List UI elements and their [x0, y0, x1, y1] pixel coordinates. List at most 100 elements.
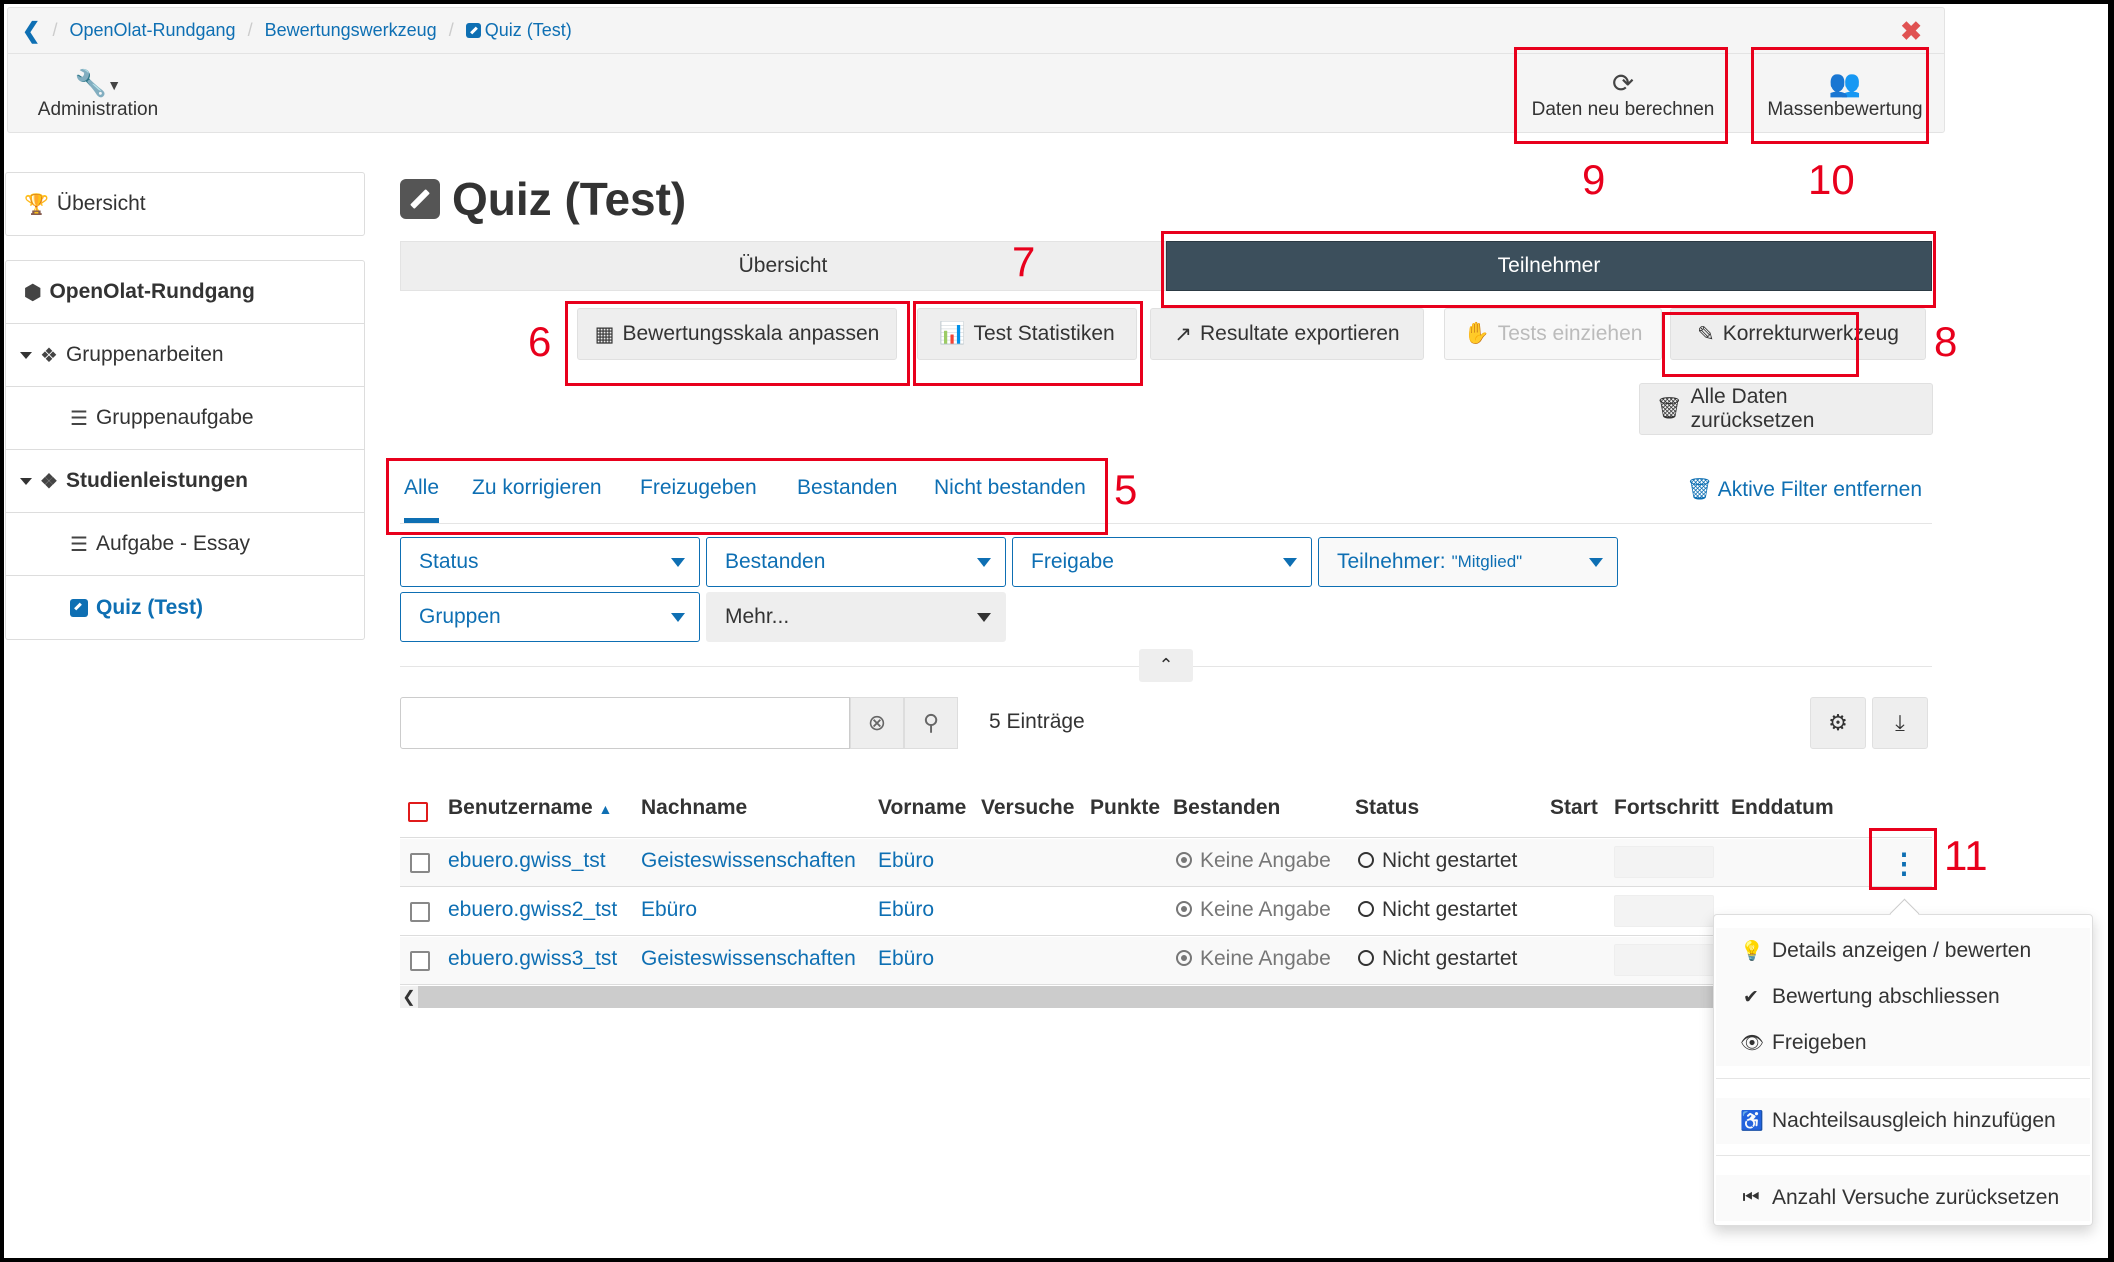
tree-item-group-task[interactable]: ☰ Gruppenaufgabe	[6, 387, 364, 450]
menu-item-reset-attempts[interactable]: ⏮ Anzahl Versuche zurücksetzen	[1716, 1175, 2090, 1221]
menu-item-label: Nachteilsausgleich hinzufügen	[1772, 1109, 2056, 1132]
groups-filter-dropdown[interactable]: Gruppen	[400, 592, 700, 642]
status-filter-dropdown[interactable]: Status	[400, 537, 700, 587]
breadcrumb-current[interactable]: Quiz (Test)	[465, 20, 572, 41]
annotation-number-8: 8	[1934, 318, 1958, 365]
caret-down-icon	[1589, 558, 1603, 567]
wrench-icon: 🔧▼	[74, 68, 122, 98]
breadcrumb-separator: /	[52, 20, 58, 40]
progress-bar	[1614, 895, 1714, 927]
tab-overview[interactable]: Übersicht	[400, 241, 1166, 291]
lastname-link[interactable]: Geisteswissenschaften	[641, 947, 856, 971]
menu-item-details[interactable]: 💡 Details anzeigen / bewerten	[1716, 928, 2090, 974]
annotation-box-5	[386, 458, 1108, 535]
column-header-start[interactable]: Start	[1550, 796, 1598, 820]
scroll-left-icon[interactable]: ❮	[400, 986, 418, 1008]
column-header-enddate[interactable]: Enddatum	[1731, 796, 1834, 820]
search-button[interactable]: ⚲	[904, 697, 958, 749]
caret-down-icon	[977, 613, 991, 622]
username-link[interactable]: ebuero.gwiss2_tst	[448, 898, 617, 922]
tree-item-course[interactable]: ⬢ OpenOlat-Rundgang	[6, 261, 364, 324]
column-header-attempts[interactable]: Versuche	[981, 796, 1074, 820]
page-title-text: Quiz (Test)	[452, 173, 687, 225]
username-link[interactable]: ebuero.gwiss3_tst	[448, 947, 617, 971]
tree-item-label: Aufgabe - Essay	[95, 532, 251, 555]
tree-item-studies[interactable]: ❖ Studienleistungen	[6, 450, 364, 513]
column-header-username[interactable]: Benutzername ▲	[448, 796, 612, 820]
horizontal-scrollbar[interactable]: ❮	[400, 986, 1720, 1008]
search-input[interactable]	[400, 697, 850, 749]
passed-cell: Keine Angabe	[1176, 849, 1331, 873]
firstname-link[interactable]: Ebüro	[878, 947, 934, 971]
firstname-link[interactable]: Ebüro	[878, 898, 934, 922]
menu-item-compensation[interactable]: ♿ Nachteilsausgleich hinzufügen	[1716, 1098, 2090, 1144]
clear-search-button[interactable]: ⊗	[850, 697, 904, 749]
row-checkbox[interactable]	[410, 951, 430, 971]
tree-item-label: Gruppenarbeiten	[65, 343, 224, 366]
download-button[interactable]: ⤓	[1872, 697, 1928, 749]
tree-item-quiz[interactable]: Quiz (Test)	[6, 576, 364, 639]
pull-tests-button[interactable]: ✋ Tests einziehen	[1444, 308, 1662, 360]
passed-cell: Keine Angabe	[1176, 898, 1331, 922]
dot-circle-icon	[1176, 852, 1192, 868]
dot-circle-icon	[1176, 950, 1192, 966]
annotation-box-6	[565, 301, 910, 386]
tree-item-group-work[interactable]: ❖ Gruppenarbeiten	[6, 324, 364, 387]
page-title: Quiz (Test)	[400, 172, 686, 226]
reset-all-data-button[interactable]: 🗑 Alle Daten zurücksetzen	[1639, 383, 1933, 435]
table-settings-button[interactable]: ⚙	[1810, 697, 1866, 749]
caret-down-icon	[977, 558, 991, 567]
export-results-button[interactable]: ↗ Resultate exportieren	[1150, 308, 1424, 360]
column-header-progress[interactable]: Fortschritt	[1614, 796, 1719, 820]
username-link[interactable]: ebuero.gwiss_tst	[448, 849, 606, 873]
passed-text: Keine Angabe	[1200, 947, 1331, 970]
trash-icon: 🗑	[1686, 478, 1714, 501]
remove-active-filters-link[interactable]: 🗑 Aktive Filter entfernen	[1686, 478, 1922, 502]
column-header-lastname[interactable]: Nachname	[641, 796, 747, 820]
tree-item-essay[interactable]: ☰ Aufgabe - Essay	[6, 513, 364, 576]
administration-menu-button[interactable]: 🔧▼ Administration	[18, 55, 178, 133]
status-text: Nicht gestartet	[1382, 849, 1518, 872]
menu-item-release[interactable]: 👁 Freigeben	[1716, 1020, 2090, 1066]
firstname-link[interactable]: Ebüro	[878, 849, 934, 873]
remove-active-filters-label: Aktive Filter entfernen	[1717, 478, 1922, 501]
step-backward-icon: ⏮	[1742, 1187, 1760, 1208]
passed-filter-dropdown[interactable]: Bestanden	[706, 537, 1006, 587]
caret-down-icon[interactable]	[20, 351, 32, 359]
menu-item-finalize-assessment[interactable]: ✔ Bewertung abschliessen	[1716, 974, 2090, 1020]
annotation-box-7	[913, 301, 1143, 386]
more-filters-dropdown[interactable]: Mehr...	[706, 592, 1006, 642]
column-header-status[interactable]: Status	[1355, 796, 1419, 820]
row-checkbox[interactable]	[410, 853, 430, 873]
sidebar-overview[interactable]: 🏆 Übersicht	[5, 172, 365, 236]
row-actions-menu: 💡 Details anzeigen / bewerten ✔ Bewertun…	[1713, 914, 2093, 1226]
column-header-firstname[interactable]: Vorname	[878, 796, 966, 820]
tree-item-label: Studienleistungen	[65, 469, 248, 492]
row-checkbox[interactable]	[410, 902, 430, 922]
column-header-points[interactable]: Punkte	[1090, 796, 1160, 820]
annotation-box-10	[1751, 47, 1929, 144]
close-icon[interactable]: ✖	[1900, 18, 1922, 44]
passed-text: Keine Angabe	[1200, 849, 1331, 872]
select-all-checkbox[interactable]	[408, 802, 428, 822]
chevron-left-icon[interactable]: ❮	[22, 18, 40, 44]
breadcrumb-current-label: Quiz (Test)	[484, 20, 572, 40]
course-tree: ⬢ OpenOlat-Rundgang ❖ Gruppenarbeiten ☰ …	[5, 260, 365, 640]
dot-circle-icon	[1176, 901, 1192, 917]
reset-all-data-label: Alle Daten zurücksetzen	[1690, 385, 1815, 432]
hand-icon: ✋	[1463, 322, 1490, 345]
column-header-passed[interactable]: Bestanden	[1173, 796, 1280, 820]
participant-filter-dropdown[interactable]: Teilnehmer: "Mitglied"	[1318, 537, 1618, 587]
release-filter-label: Freigabe	[1031, 550, 1114, 573]
lastname-link[interactable]: Geisteswissenschaften	[641, 849, 856, 873]
breadcrumb-item-course[interactable]: OpenOlat-Rundgang	[69, 20, 235, 41]
release-filter-dropdown[interactable]: Freigabe	[1012, 537, 1312, 587]
lastname-link[interactable]: Ebüro	[641, 898, 697, 922]
status-text: Nicht gestartet	[1382, 898, 1518, 921]
breadcrumb-separator: /	[247, 20, 253, 40]
more-filters-label: Mehr...	[725, 605, 790, 628]
collapse-filters-button[interactable]: ⌃	[1139, 649, 1193, 682]
annotation-box-9	[1514, 47, 1728, 144]
caret-down-icon[interactable]	[20, 477, 32, 485]
breadcrumb-item-assessment-tool[interactable]: Bewertungswerkzeug	[265, 20, 437, 41]
